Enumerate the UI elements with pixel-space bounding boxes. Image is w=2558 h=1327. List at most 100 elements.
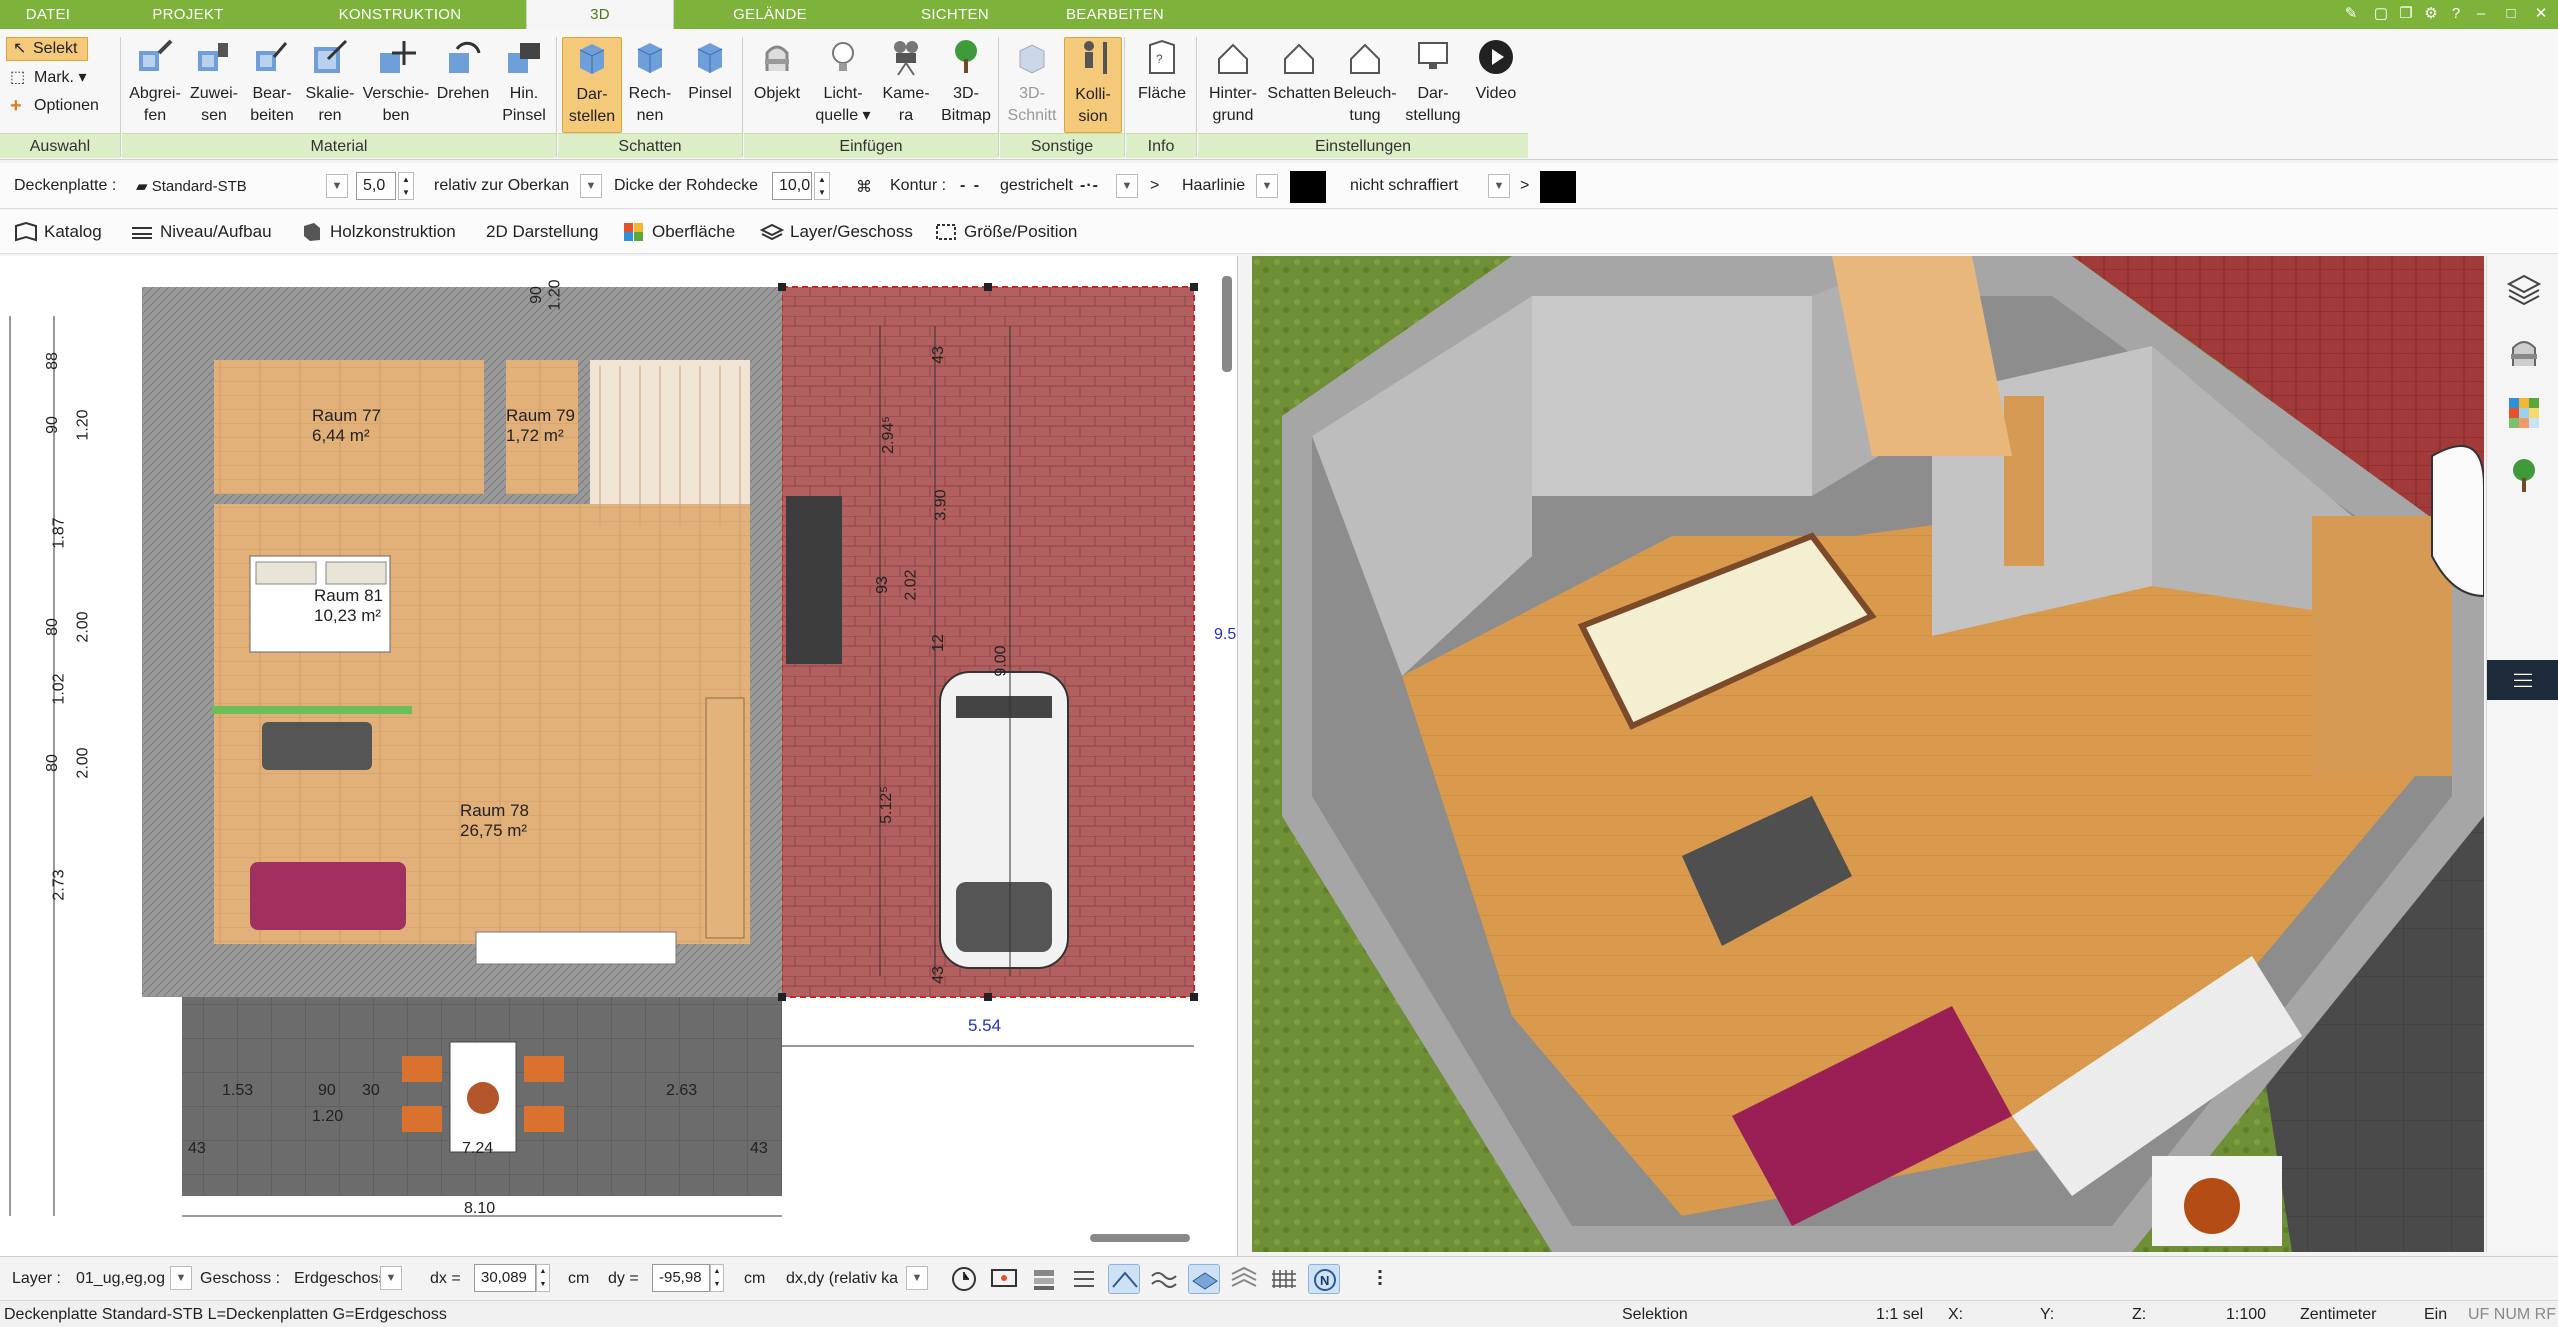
hatch-value[interactable]: nicht schraffiert	[1350, 177, 1458, 195]
height-input[interactable]: 5,0	[356, 172, 396, 200]
layer-button[interactable]: Layer/Geschoss	[756, 216, 913, 248]
screen-icon[interactable]	[988, 1264, 1020, 1294]
shadow-settings-button[interactable]: Schatten	[1266, 37, 1332, 105]
lighting-button[interactable]: Beleuch-tung	[1332, 37, 1398, 127]
dx-stepper[interactable]: ▲ ▼	[536, 1264, 550, 1292]
brush-icon[interactable]: ✎	[2340, 3, 2362, 25]
hint-brush-button[interactable]: Hin. Pinsel	[496, 37, 552, 127]
dim-text: 43	[929, 346, 947, 364]
tab-gelaende[interactable]: GELÄNDE	[690, 0, 850, 29]
display-button[interactable]: Dar-stellung	[1400, 37, 1466, 127]
floor-plan-view[interactable]: Raum 77 6,44 m² Raum 79 1,72 m² Raum 81 10,…	[0, 256, 1238, 1256]
thickness-stepper[interactable]: ▲ ▼	[814, 172, 830, 200]
line-type[interactable]: Haarlinie	[1182, 177, 1245, 195]
snap-roof-icon[interactable]	[1108, 1264, 1140, 1294]
minimize-icon[interactable]: –	[2470, 3, 2492, 25]
show-shadow-button[interactable]: Dar-stellen	[562, 37, 622, 133]
house-light-icon	[1350, 43, 1380, 74]
window-icon[interactable]: ▢	[2370, 3, 2392, 25]
tab-datei[interactable]: DATEI	[0, 0, 96, 29]
shadow-brush-button[interactable]: Pinsel	[680, 37, 740, 105]
room-label: Raum 79 1,72 m²	[506, 406, 575, 445]
insert-bitmap-button[interactable]: 3D- Bitmap	[936, 37, 996, 127]
move-material-button[interactable]: Verschie-ben	[360, 37, 432, 127]
options-button[interactable]: + Optionen	[10, 95, 99, 117]
calc-shadow-button[interactable]: Rech-nen	[622, 37, 678, 127]
height-stepper[interactable]: ▲ ▼	[398, 172, 414, 200]
dy-stepper[interactable]: ▲ ▼	[710, 1264, 724, 1292]
contour-dropdown[interactable]: ▼	[1116, 174, 1138, 198]
slab-type[interactable]: ▰ Standard-STB	[136, 177, 247, 195]
status-scale: 1:100	[2226, 1306, 2267, 1323]
arrow-1: >	[1150, 177, 1160, 194]
catalog-button[interactable]: Katalog	[10, 216, 102, 248]
background-button[interactable]: Hinter-grund	[1200, 37, 1266, 127]
pick-material-button[interactable]: Abgrei-fen	[126, 37, 184, 127]
contour-value[interactable]: gestrichelt	[1000, 177, 1073, 195]
storey-select[interactable]: Erdgeschoss	[294, 1270, 387, 1288]
surface-button[interactable]: Oberfläche	[618, 216, 735, 248]
snap-plane-icon[interactable]	[1188, 1264, 1220, 1294]
hatch-dropdown[interactable]: ▼	[1488, 174, 1510, 198]
thickness-input[interactable]: 10,0	[772, 172, 812, 200]
menu-toggle[interactable]: — — —	[2487, 660, 2558, 700]
line-dropdown[interactable]: ▼	[1256, 174, 1278, 198]
video-button[interactable]: Video	[1466, 37, 1526, 105]
close-icon[interactable]: ✕	[2530, 3, 2552, 25]
dim-text: 7.24	[462, 1140, 494, 1157]
rotate-material-button[interactable]: Drehen	[434, 37, 492, 105]
gear-icon[interactable]: ⚙	[2420, 3, 2442, 25]
level-button[interactable]: Niveau/Aufbau	[126, 216, 272, 248]
mode-dropdown[interactable]: ▼	[906, 1266, 928, 1290]
storey-dropdown[interactable]: ▼	[380, 1266, 402, 1290]
edit-material-button[interactable]: Bear-beiten	[244, 37, 300, 127]
scale-material-button[interactable]: Skalie-ren	[302, 37, 358, 127]
contour-icon[interactable]: ⌘	[856, 177, 872, 197]
more-icon[interactable]	[1364, 1264, 1396, 1294]
tab-bearbeiten[interactable]: BEARBEITEN	[1040, 0, 1190, 29]
2d-display-button[interactable]: 2D Darstellung	[460, 216, 598, 248]
materials-icon[interactable]	[2507, 396, 2541, 430]
tab-konstruktion[interactable]: KONSTRUKTION	[290, 0, 510, 29]
line-color-swatch[interactable]	[1290, 171, 1326, 203]
3d-cut-button[interactable]: 3D- Schnitt	[1002, 37, 1062, 127]
help-icon[interactable]: ?	[2445, 3, 2467, 25]
clock-icon[interactable]	[948, 1264, 980, 1294]
size-position-button[interactable]: Größe/Position	[930, 216, 1077, 248]
collision-button[interactable]: Kolli-sion	[1064, 37, 1122, 133]
insert-camera-button[interactable]: Kame-ra	[876, 37, 936, 127]
raster-icon[interactable]	[1268, 1264, 1300, 1294]
windows-icon[interactable]: ❐	[2395, 3, 2417, 25]
insert-light-button[interactable]: Licht-quelle ▾	[810, 37, 876, 127]
timber-button[interactable]: Holzkonstruktion	[296, 216, 456, 248]
snap-layers-icon[interactable]	[1228, 1264, 1260, 1294]
tab-sichten[interactable]: SICHTEN	[880, 0, 1030, 29]
hatch-color-swatch[interactable]	[1540, 171, 1576, 203]
layers-icon[interactable]	[2506, 272, 2542, 306]
tab-3d[interactable]: 3D	[526, 0, 674, 31]
slab-dropdown[interactable]: ▼	[326, 174, 348, 198]
relative-dropdown[interactable]: ▼	[580, 174, 602, 198]
assign-material-button[interactable]: Zuwei-sen	[186, 37, 242, 127]
vertical-scrollbar[interactable]	[1222, 276, 1232, 372]
furniture-icon[interactable]	[2507, 334, 2541, 368]
tab-projekt[interactable]: PROJEKT	[112, 0, 264, 29]
dy-input[interactable]: -95,98	[652, 1264, 710, 1292]
grid-icon[interactable]	[1068, 1264, 1100, 1294]
dx-input[interactable]: 30,089	[474, 1264, 536, 1292]
stack-icon[interactable]	[1028, 1264, 1060, 1294]
insert-object-button[interactable]: Objekt	[746, 37, 808, 105]
area-button[interactable]: ? Fläche	[1130, 37, 1194, 105]
plants-icon[interactable]	[2507, 458, 2541, 494]
relative-value[interactable]: relativ zur Oberkan	[434, 177, 569, 195]
mark-button[interactable]: ⬚ Mark. ▾	[10, 67, 86, 87]
layer-dropdown[interactable]: ▼	[170, 1266, 192, 1290]
3d-view[interactable]	[1252, 256, 2484, 1252]
north-icon[interactable]: N	[1308, 1264, 1340, 1294]
select-button[interactable]: ↖ Selekt	[6, 37, 88, 61]
horizontal-scrollbar[interactable]	[1090, 1234, 1190, 1242]
layer-select[interactable]: 01_ug,eg,og	[76, 1270, 165, 1288]
maximize-icon[interactable]: □	[2500, 3, 2522, 25]
snap-wave-icon[interactable]	[1148, 1264, 1180, 1294]
mode-select[interactable]: dx,dy (relativ ka	[786, 1270, 908, 1288]
